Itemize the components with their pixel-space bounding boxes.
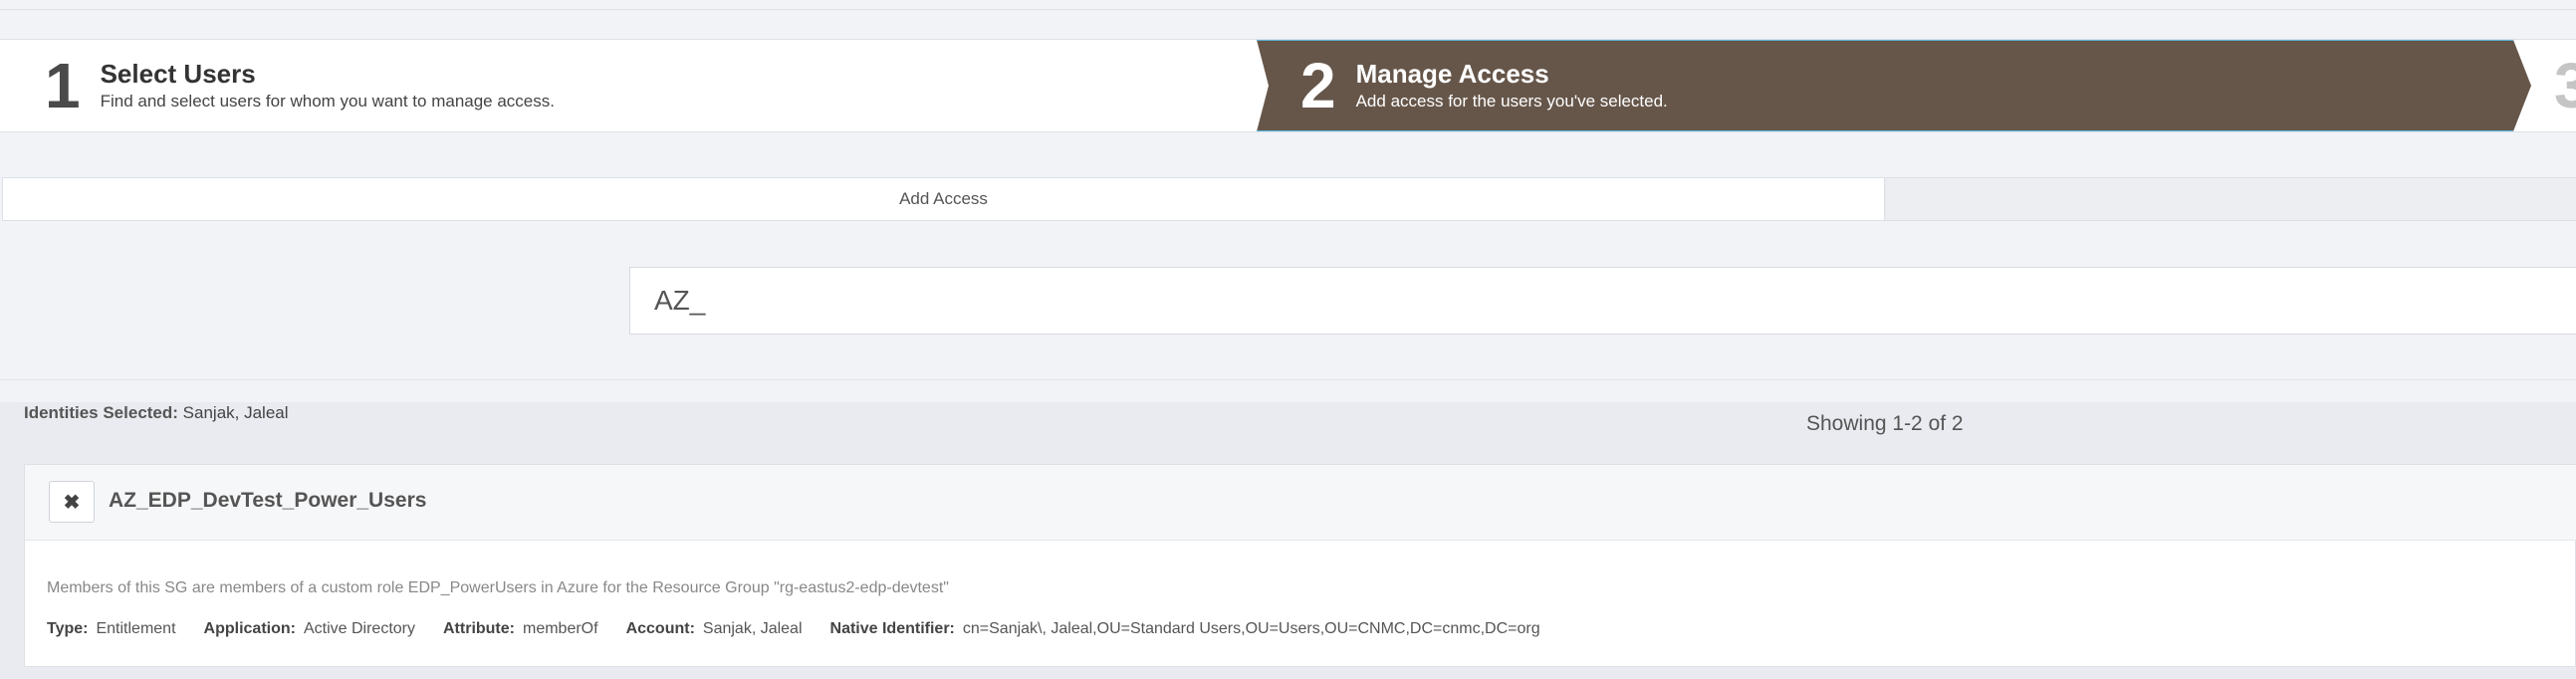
meta-value: memberOf (522, 620, 598, 637)
section-divider (0, 379, 2576, 380)
access-item-name: AZ_EDP_DevTest_Power_Users (109, 489, 427, 512)
results-count: Showing 1-2 of 2 (1806, 412, 1964, 435)
identities-value: Sanjak, Jaleal (182, 403, 289, 422)
remove-access-button[interactable]: ✖ (49, 481, 95, 523)
meta-key: Application: (203, 620, 296, 637)
tab-secondary[interactable] (1886, 178, 2576, 220)
meta-application: Application: Active Directory (204, 620, 415, 638)
meta-value: Active Directory (303, 620, 415, 637)
step-text: Select Users Find and select users for w… (100, 58, 555, 112)
identities-label: Identities Selected: (24, 403, 178, 422)
access-tab-bar: Add Access (2, 177, 2576, 221)
access-item-meta: Type: Entitlement Application: Active Dire… (47, 620, 1568, 638)
wizard-progress: 1 Select Users Find and select users for… (0, 39, 2576, 132)
access-item-description: Members of this SG are members of a cust… (47, 579, 949, 596)
wizard-step-manage-access[interactable]: 2 Manage Access Add access for the users… (1300, 40, 1668, 131)
step-text: Manage Access Add access for the users y… (1355, 58, 1668, 112)
step-title: Select Users (100, 58, 256, 89)
close-icon: ✖ (63, 491, 81, 514)
meta-value: cn=Sanjak\, Jaleal,OU=Standard Users,OU=… (962, 620, 1540, 637)
meta-attribute: Attribute: memberOf (443, 620, 598, 638)
identities-selected: Identities Selected: Sanjak, Jaleal (24, 403, 289, 423)
tab-add-access[interactable]: Add Access (3, 178, 1885, 220)
step-description: Find and select users for whom you want … (100, 91, 555, 111)
meta-native-identifier: Native Identifier: cn=Sanjak\, Jaleal,OU=… (830, 620, 1540, 638)
step-number: 1 (45, 50, 81, 121)
access-item-card: ✖ AZ_EDP_DevTest_Power_Users Members of … (24, 464, 2576, 667)
step-number: 2 (1300, 50, 1336, 121)
meta-type: Type: Entitlement (47, 620, 176, 638)
step-number: 3 (2554, 50, 2576, 121)
wizard-step-select-users[interactable]: 1 Select Users Find and select users for… (45, 40, 555, 131)
top-strip (0, 0, 2576, 10)
access-search-input[interactable] (629, 267, 2576, 335)
meta-key: Attribute: (443, 620, 515, 637)
access-item-header: ✖ AZ_EDP_DevTest_Power_Users (25, 465, 2576, 541)
meta-account: Account: Sanjak, Jaleal (626, 620, 803, 638)
step-title: Manage Access (1355, 58, 1549, 89)
wizard-step-3[interactable]: 3 (2554, 40, 2576, 131)
meta-value: Sanjak, Jaleal (702, 620, 803, 637)
meta-value: Entitlement (96, 620, 176, 637)
meta-key: Native Identifier: (829, 620, 955, 637)
meta-key: Account: (625, 620, 695, 637)
meta-key: Type: (47, 620, 89, 637)
step-description: Add access for the users you've selected… (1355, 91, 1668, 111)
